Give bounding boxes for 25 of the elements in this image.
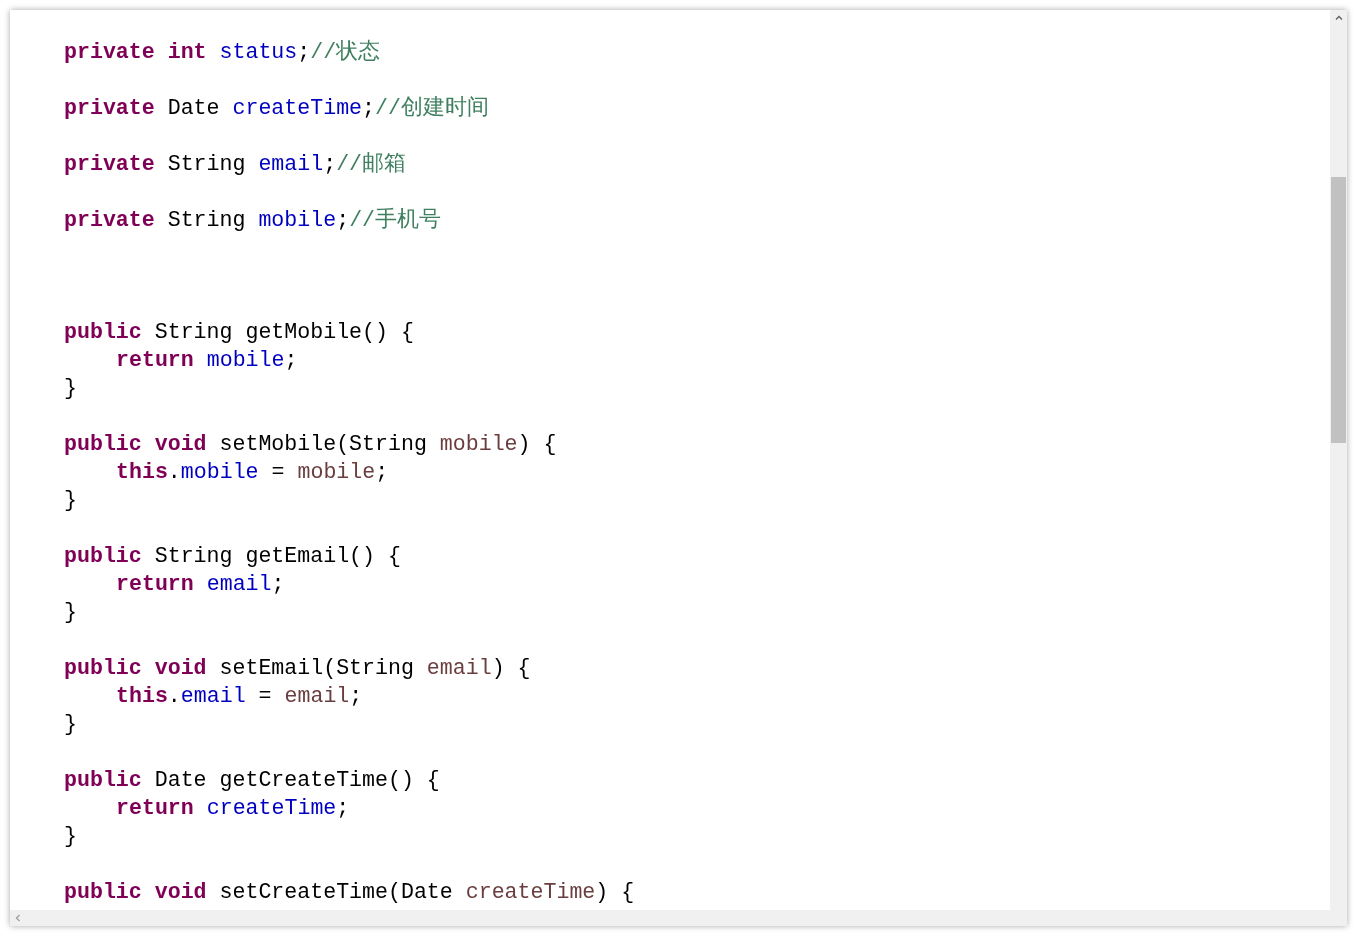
code-line: } (64, 712, 77, 736)
scroll-left-icon[interactable] (15, 914, 20, 922)
code-line: } (64, 600, 77, 624)
code-line: this.email = email; (116, 684, 363, 708)
code-line: public void setEmail(String email) { (64, 656, 531, 680)
code-line: private Date createTime;//创建时间 (64, 96, 489, 120)
code-line: private int status;//状态 (64, 40, 381, 64)
code-line: this.mobile = mobile; (116, 460, 389, 484)
code-line: public Date getCreateTime() { (64, 768, 440, 792)
vertical-scrollbar[interactable] (1330, 10, 1347, 910)
code-line: return createTime; (116, 796, 350, 820)
code-line: public void setCreateTime(Date createTime) { (64, 880, 635, 904)
horizontal-scrollbar[interactable] (10, 910, 1347, 926)
code-line: } (64, 488, 77, 512)
scroll-up-icon[interactable] (1334, 15, 1343, 20)
code-line: return mobile; (116, 348, 298, 372)
code-line: public String getEmail() { (64, 544, 401, 568)
code-line: } (64, 376, 77, 400)
code-line: } (64, 824, 77, 848)
code-line: public String getMobile() { (64, 320, 414, 344)
code-line: return email; (116, 572, 285, 596)
code-line: private String email;//邮箱 (64, 152, 407, 176)
code-line: public void setMobile(String mobile) { (64, 432, 557, 456)
code-line: private String mobile;//手机号 (64, 208, 442, 232)
scroll-thumb[interactable] (1331, 177, 1346, 443)
